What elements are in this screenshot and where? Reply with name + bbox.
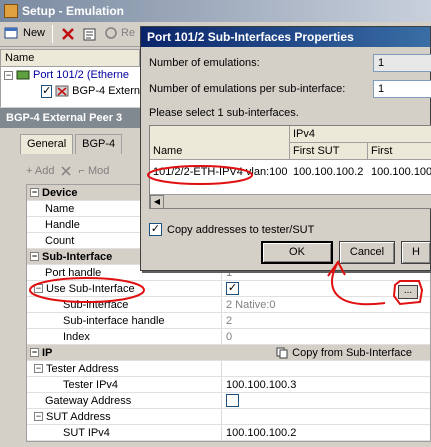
delete-icon bbox=[62, 28, 74, 40]
collapse-icon[interactable]: − bbox=[4, 70, 13, 80]
tab-bgp4[interactable]: BGP-4 bbox=[75, 134, 123, 154]
properties-icon bbox=[83, 28, 96, 41]
panel-title: BGP-4 External Peer 3 bbox=[0, 108, 140, 128]
prop-row-gateway-address[interactable]: Gateway Address bbox=[27, 393, 430, 409]
sub-interface-table: IPv4 Name First SUT First 101/2/2-ETH-IP… bbox=[149, 125, 431, 209]
modify-button[interactable]: ⌐ Mod bbox=[78, 165, 109, 177]
collapse-icon[interactable]: − bbox=[34, 364, 43, 373]
refresh-icon bbox=[105, 27, 117, 39]
table-row-name[interactable]: 101/2/2-ETH-IPV4 vlan:100 bbox=[150, 164, 290, 180]
use-sub-interface-checkbox[interactable]: ✓ bbox=[226, 282, 239, 295]
copy-addresses-option[interactable]: ✓ Copy addresses to tester/SUT bbox=[149, 223, 314, 236]
toolbar-separator bbox=[52, 25, 53, 43]
app-icon bbox=[4, 4, 18, 18]
bgp-peer-icon bbox=[55, 85, 69, 97]
collapse-icon[interactable]: − bbox=[34, 284, 43, 293]
prop-row-index[interactable]: Index 0 bbox=[27, 329, 430, 345]
table-header-first[interactable]: First bbox=[368, 143, 431, 160]
panel-tabs: General BGP-4 bbox=[20, 134, 124, 154]
num-emulations-field: 1 bbox=[373, 54, 431, 72]
prop-row-sut-ipv4[interactable]: SUT IPv4 100.100.100.2 bbox=[27, 425, 430, 441]
sub-interface-ellipsis-button[interactable]: ... bbox=[398, 285, 418, 299]
bgp-enable-checkbox[interactable]: ✓ bbox=[41, 84, 53, 98]
sub-interfaces-dialog: Port 101/2 Sub-Interfaces Properties Num… bbox=[140, 26, 431, 271]
tree-row-port[interactable]: − Port 101/2 (Etherne bbox=[1, 67, 140, 83]
prop-row-sut-address[interactable]: − SUT Address bbox=[27, 409, 430, 425]
copy-addresses-checkbox[interactable]: ✓ bbox=[149, 223, 162, 236]
refresh-button[interactable]: Re bbox=[104, 26, 135, 40]
prop-row-tester-address[interactable]: − Tester Address bbox=[27, 361, 430, 377]
copy-icon bbox=[276, 347, 288, 358]
prop-row-sub-interface-handle[interactable]: Sub-interface handle 2 bbox=[27, 313, 430, 329]
port-icon bbox=[16, 70, 30, 80]
num-emulations-label: Number of emulations: bbox=[149, 57, 260, 69]
tree-column-header[interactable]: Name bbox=[0, 49, 140, 67]
horizontal-scrollbar[interactable]: ◀ bbox=[150, 194, 431, 208]
table-header-ipv4: IPv4 bbox=[290, 126, 431, 143]
window-title: Setup - Emulation bbox=[22, 4, 124, 18]
properties-button[interactable] bbox=[82, 26, 98, 45]
copy-from-sub-interface-button[interactable]: Copy from Sub-Interface bbox=[276, 347, 412, 359]
new-icon bbox=[4, 27, 18, 39]
new-button[interactable]: New bbox=[4, 26, 45, 40]
scroll-left-icon[interactable]: ◀ bbox=[150, 195, 164, 208]
prop-row-tester-ipv4[interactable]: Tester IPv4 100.100.100.3 bbox=[27, 377, 430, 393]
property-toolbar: + Add ⌐ Mod bbox=[26, 160, 141, 182]
ok-button[interactable]: OK bbox=[261, 241, 333, 264]
category-ip[interactable]: − IP Copy from Sub-Interface bbox=[27, 345, 430, 361]
table-header-name[interactable]: Name bbox=[150, 143, 290, 160]
prop-row-sub-interface[interactable]: Sub-interface 2 Native:0 bbox=[27, 297, 430, 313]
gateway-address-checkbox[interactable] bbox=[226, 394, 239, 407]
select-instruction: Please select 1 sub-interfaces. bbox=[149, 107, 299, 119]
window-title-bar: Setup - Emulation bbox=[0, 0, 431, 22]
table-row-first-sut[interactable]: 100.100.100.2 bbox=[290, 164, 368, 180]
collapse-icon[interactable]: − bbox=[30, 252, 39, 261]
tab-general[interactable]: General bbox=[20, 134, 74, 154]
add-button[interactable]: + Add bbox=[26, 165, 54, 177]
delete-button[interactable] bbox=[60, 26, 76, 45]
dialog-title: Port 101/2 Sub-Interfaces Properties bbox=[141, 27, 430, 47]
table-row-first[interactable]: 100.100.100. bbox=[368, 164, 431, 180]
remove-icon[interactable] bbox=[60, 165, 72, 177]
per-subif-field[interactable]: 1 bbox=[373, 80, 431, 98]
collapse-icon[interactable]: − bbox=[30, 348, 39, 357]
tree-row-bgp[interactable]: ✓ BGP-4 Extern bbox=[1, 83, 140, 99]
table-header-first-sut[interactable]: First SUT bbox=[290, 143, 368, 160]
collapse-icon[interactable]: − bbox=[30, 188, 39, 197]
collapse-icon[interactable]: − bbox=[34, 412, 43, 421]
help-button[interactable]: H bbox=[401, 241, 431, 264]
prop-row-use-sub-interface[interactable]: − Use Sub-Interface ✓ bbox=[27, 281, 430, 297]
tree-view: − Port 101/2 (Etherne ✓ BGP-4 Extern bbox=[0, 67, 140, 107]
cancel-button[interactable]: Cancel bbox=[339, 241, 395, 264]
per-subif-label: Number of emulations per sub-interface: bbox=[149, 83, 346, 95]
